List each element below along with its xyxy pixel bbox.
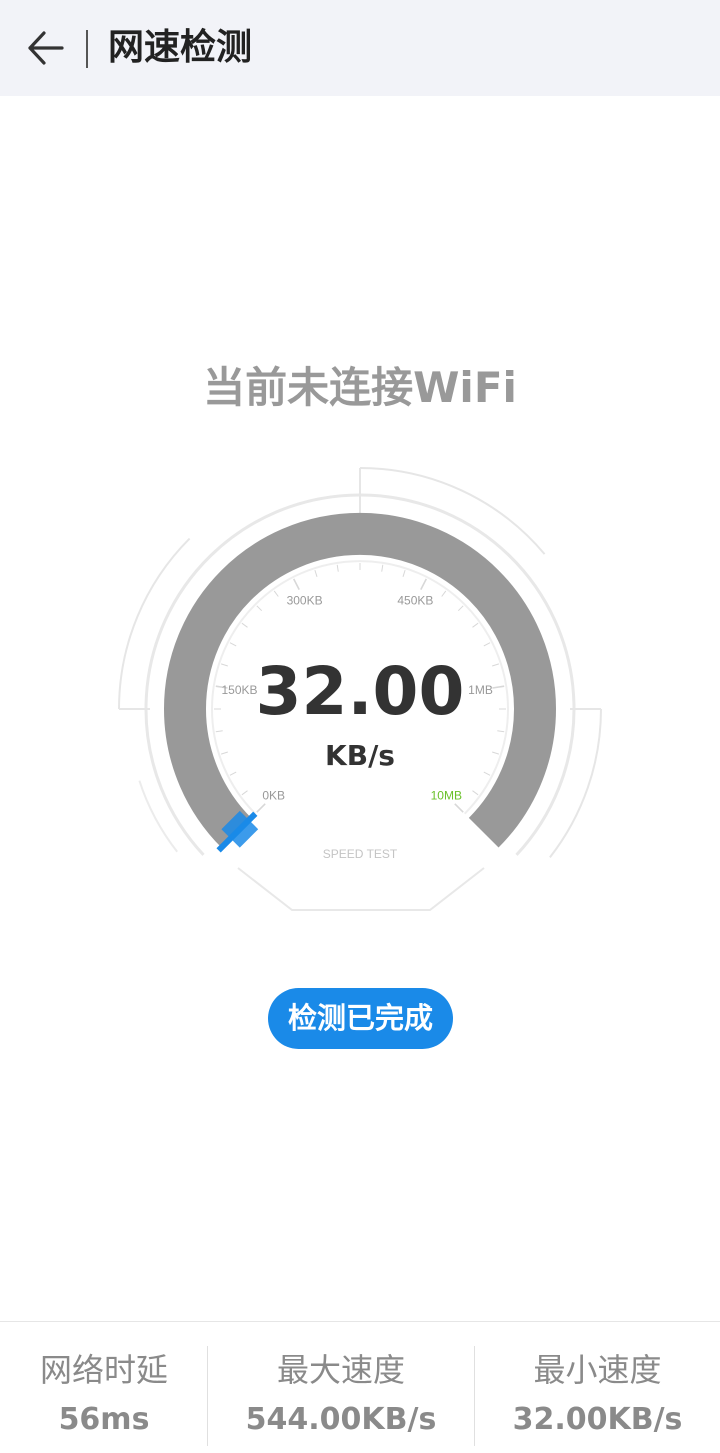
gauge-scale-label: 0KB [262,788,285,802]
gauge-bracket-top [359,467,546,555]
stats-bar: 网络时延 56ms 最大速度 544.00KB/s 最小速度 32.00KB/s [0,1321,720,1453]
test-complete-button[interactable]: 检测已完成 [268,988,453,1049]
gauge-tick [381,564,384,572]
gauge-scale-label: 450KB [397,593,433,607]
gauge-tick [273,590,279,597]
gauge-tick [472,622,479,628]
gauge-tick [336,564,339,572]
stat-min-speed-value: 32.00KB/s [512,1402,683,1437]
app-header: 网速检测 [0,0,720,96]
gauge-scale-label: 10MB [431,788,462,802]
stat-max-speed: 最大速度 544.00KB/s [208,1322,474,1453]
stat-latency-value: 56ms [58,1402,150,1437]
gauge-tick [229,642,237,647]
gauge-tick [256,605,263,612]
gauge-tick [256,803,266,813]
gauge-tick [420,578,428,590]
wifi-status-text: 当前未连接WiFi [203,363,517,412]
gauge-bottom-frame [237,867,485,911]
header-divider [86,30,88,68]
stat-max-speed-value: 544.00KB/s [245,1402,437,1437]
gauge-scale-label: 300KB [287,593,323,607]
gauge-tick [441,590,447,597]
gauge-tick [472,790,479,796]
gauge-tick [292,578,300,590]
gauge-tick [402,569,406,577]
gauge-needle [216,810,259,853]
gauge-bracket-lower-left [138,780,178,853]
gauge-tick [314,569,318,577]
back-arrow-icon [28,31,64,65]
back-button[interactable] [22,24,70,72]
page-title: 网速检测 [108,27,253,68]
stat-latency: 网络时延 56ms [0,1322,208,1453]
gauge-caption: SPEED TEST [323,847,398,861]
gauge-tick [241,622,248,628]
stat-min-speed-label: 最小速度 [533,1351,662,1389]
speed-value: 32.00 [255,653,465,730]
gauge-needle-head [221,810,259,848]
gauge-needle-line [216,811,258,853]
gauge-tick [457,605,464,612]
stat-latency-label: 网络时延 [39,1351,168,1389]
speed-unit: KB/s [325,739,395,772]
stat-max-speed-label: 最大速度 [276,1351,405,1389]
stat-min-speed: 最小速度 32.00KB/s [475,1322,720,1453]
gauge-tick [241,790,248,796]
gauge-tick [454,803,464,813]
gauge-tick [483,642,491,647]
